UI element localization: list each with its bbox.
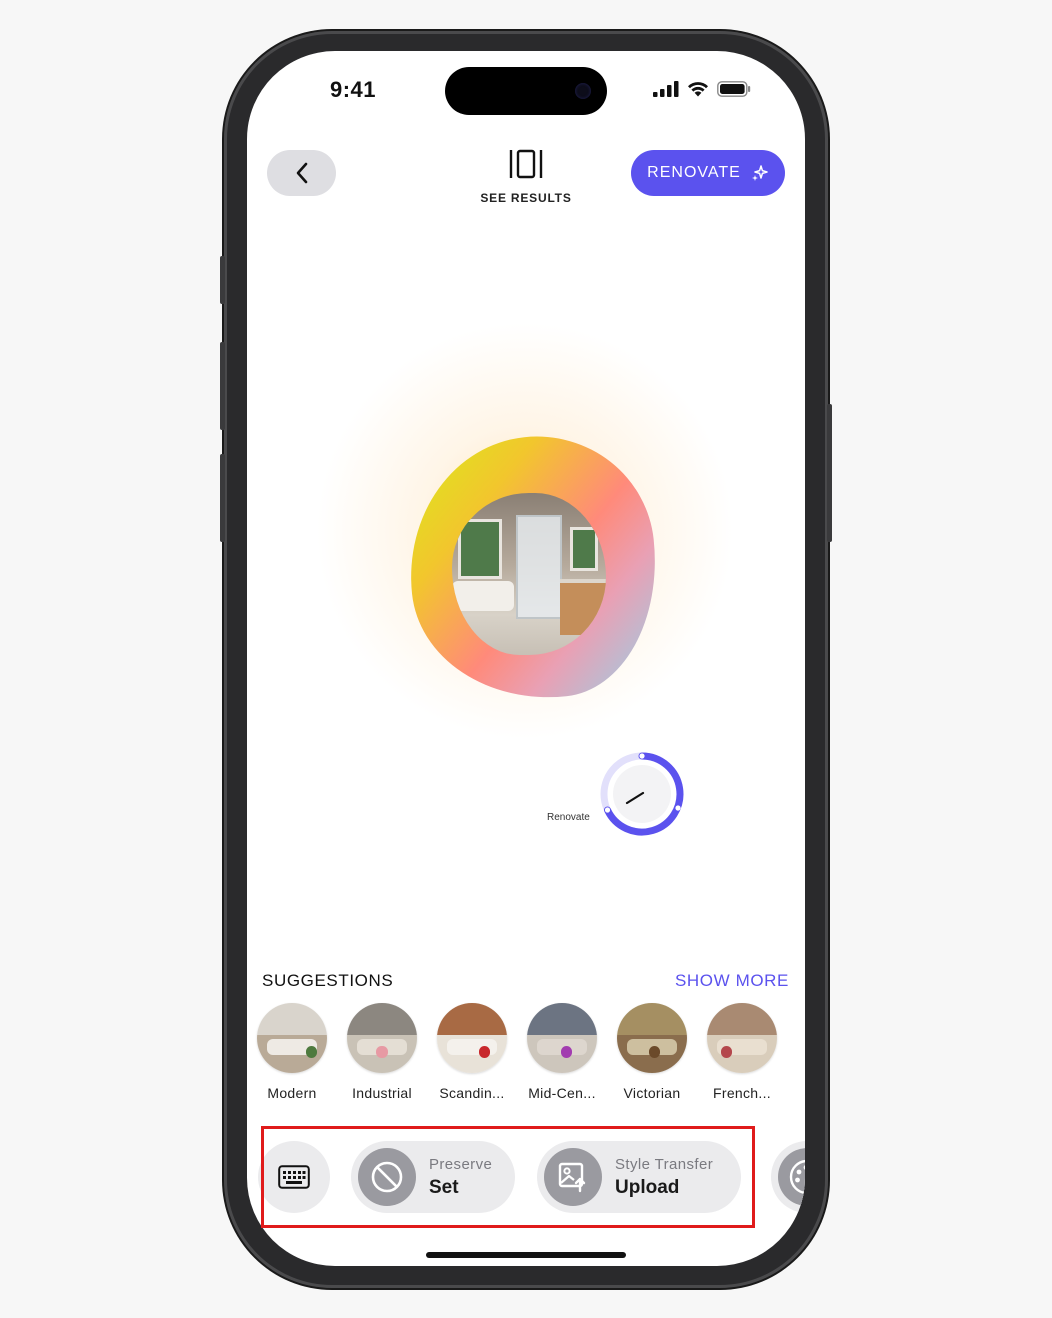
style-thumbnail bbox=[347, 1003, 417, 1073]
style-transfer-sub-label: Style Transfer bbox=[615, 1155, 714, 1173]
volume-down-button bbox=[220, 454, 225, 542]
room-window bbox=[458, 519, 502, 579]
status-time: 9:41 bbox=[330, 77, 377, 102]
see-results-label: SEE RESULTS bbox=[480, 191, 572, 205]
preserve-sub-label: Preserve bbox=[429, 1155, 493, 1173]
style-thumbnail bbox=[257, 1003, 327, 1073]
room-photo bbox=[452, 493, 606, 655]
cellular-signal-icon bbox=[653, 81, 679, 97]
wifi-icon bbox=[688, 82, 708, 97]
preserve-set-button[interactable]: Preserve Set bbox=[351, 1141, 515, 1213]
palette-icon bbox=[789, 1159, 805, 1195]
suggestions-list: Modern Industrial Scandin... Mid-Cen... bbox=[257, 1003, 777, 1101]
home-indicator bbox=[426, 1252, 626, 1258]
style-thumbnail bbox=[617, 1003, 687, 1073]
suggestion-label: French... bbox=[713, 1085, 771, 1101]
preserve-icon-circle bbox=[358, 1148, 416, 1206]
suggestion-modern[interactable]: Modern bbox=[257, 1003, 327, 1101]
palette-icon-circle bbox=[778, 1148, 805, 1206]
dial-label: Renovate bbox=[547, 812, 590, 823]
suggestions-title: SUGGESTIONS bbox=[262, 971, 394, 990]
style-thumbnail bbox=[527, 1003, 597, 1073]
status-icons bbox=[653, 81, 751, 97]
image-upload-icon bbox=[558, 1162, 586, 1193]
style-transfer-main-label: Upload bbox=[615, 1176, 680, 1198]
suggestion-label: Mid-Cen... bbox=[528, 1085, 596, 1101]
chevron-left-icon bbox=[296, 162, 307, 184]
room-shower bbox=[516, 515, 562, 619]
renovate-dial[interactable] bbox=[597, 749, 687, 839]
see-results-button[interactable]: SEE RESULTS bbox=[466, 148, 586, 205]
battery-icon bbox=[717, 81, 751, 97]
suggestion-scandinavian[interactable]: Scandin... bbox=[437, 1003, 507, 1101]
suggestion-french[interactable]: French... bbox=[707, 1003, 777, 1101]
suggestion-label: Modern bbox=[267, 1085, 317, 1101]
back-button[interactable] bbox=[267, 150, 336, 196]
preserve-main-label: Set bbox=[429, 1176, 459, 1198]
power-button bbox=[827, 404, 832, 542]
prohibit-icon bbox=[371, 1161, 403, 1193]
action-button bbox=[220, 256, 225, 304]
compare-panels-icon bbox=[509, 149, 543, 179]
suggestion-label: Victorian bbox=[623, 1085, 681, 1101]
room-window-right bbox=[570, 527, 598, 571]
keyboard-button[interactable] bbox=[258, 1141, 330, 1213]
dynamic-island bbox=[445, 67, 607, 115]
show-more-link[interactable]: SHOW MORE bbox=[675, 971, 789, 991]
keyboard-icon bbox=[278, 1165, 310, 1189]
suggestion-mid-century[interactable]: Mid-Cen... bbox=[527, 1003, 597, 1101]
room-vanity bbox=[560, 579, 606, 635]
room-bathtub bbox=[452, 581, 514, 611]
sparkles-icon bbox=[751, 165, 768, 181]
suggestion-label: Scandin... bbox=[439, 1085, 505, 1101]
bottom-toolbar: Preserve Set Style Transfer Upload bbox=[247, 1136, 805, 1226]
style-transfer-upload-button[interactable]: Style Transfer Upload bbox=[537, 1141, 741, 1213]
upload-icon-circle bbox=[544, 1148, 602, 1206]
palette-button[interactable] bbox=[771, 1141, 805, 1213]
volume-up-button bbox=[220, 342, 225, 430]
style-thumbnail bbox=[707, 1003, 777, 1073]
app-screen: 9:41 SEE RESULTS RENOVATE Renovate SUGGE… bbox=[247, 51, 805, 1266]
suggestion-victorian[interactable]: Victorian bbox=[617, 1003, 687, 1101]
style-thumbnail bbox=[437, 1003, 507, 1073]
renovate-button[interactable]: RENOVATE bbox=[631, 150, 785, 196]
suggestion-industrial[interactable]: Industrial bbox=[347, 1003, 417, 1101]
front-camera bbox=[575, 83, 591, 99]
suggestion-label: Industrial bbox=[352, 1085, 412, 1101]
renovate-label: RENOVATE bbox=[647, 164, 741, 181]
